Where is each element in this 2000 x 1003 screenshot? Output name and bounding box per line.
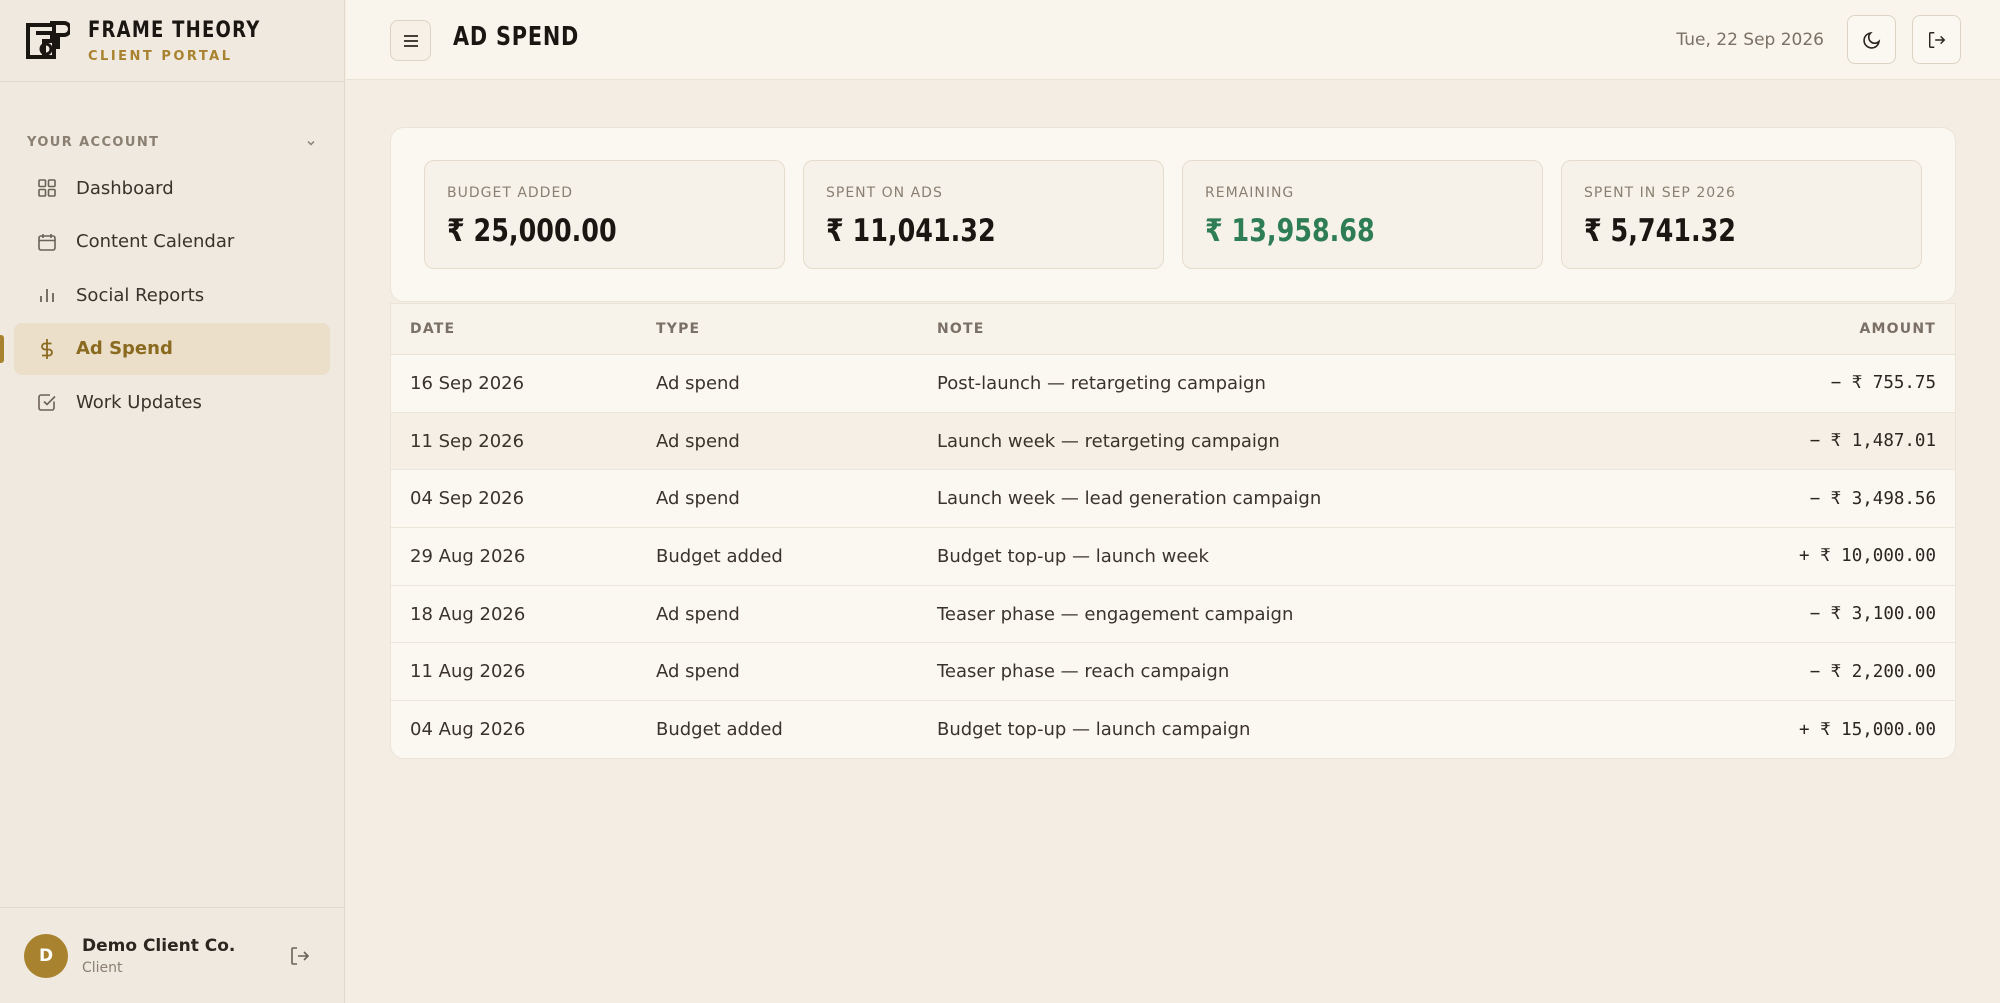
sidebar-item-label: Ad Spend <box>76 338 173 359</box>
table-header: DATE TYPE NOTE AMOUNT <box>391 304 1955 355</box>
cell-amount: − ₹ 3,100.00 <box>1809 604 1936 625</box>
menu-toggle-button[interactable] <box>390 20 431 61</box>
brand[interactable]: FRAME THEORY CLIENT PORTAL <box>0 0 344 82</box>
cell-type: Ad spend <box>656 488 740 510</box>
column-header-type[interactable]: TYPE <box>656 321 937 337</box>
check-square-icon <box>36 391 58 413</box>
column-header-note[interactable]: NOTE <box>937 321 1595 337</box>
table-row[interactable]: 18 Aug 2026 Ad spend Teaser phase — engage… <box>391 586 1955 644</box>
menu-icon <box>403 34 418 47</box>
grid-icon <box>36 177 58 199</box>
stat-value: ₹ 11,041.32 <box>826 213 996 249</box>
brand-name: FRAME THEORY <box>88 17 261 43</box>
stat-value: ₹ 13,958.68 <box>1205 213 1375 249</box>
sidebar-item-ad-spend[interactable]: Ad Spend <box>0 322 330 375</box>
cell-note: Budget top-up — launch campaign <box>937 719 1251 741</box>
sidebar-nav: Dashboard Content Calendar Social Report… <box>0 162 330 430</box>
account-section-toggle[interactable]: YOUR ACCOUNT <box>27 135 317 150</box>
stat-remaining: REMAINING ₹ 13,958.68 <box>1182 160 1543 269</box>
table-row[interactable]: 11 Aug 2026 Ad spend Teaser phase — reach … <box>391 643 1955 702</box>
page-title: AD SPEND <box>453 22 580 52</box>
stat-label: BUDGET ADDED <box>447 185 574 201</box>
user-profile: D Demo Client Co. Client <box>0 907 345 1003</box>
stat-value: ₹ 5,741.32 <box>1584 213 1736 249</box>
sidebar: FRAME THEORY CLIENT PORTAL YOUR ACCOUNT … <box>0 0 345 1003</box>
cell-note: Budget top-up — launch week <box>937 545 1209 567</box>
sidebar-item-social-reports[interactable]: Social Reports <box>14 269 330 321</box>
topbar: AD SPEND Tue, 22 Sep 2026 <box>346 0 2000 80</box>
current-date: Tue, 22 Sep 2026 <box>1676 30 1824 50</box>
moon-icon <box>1862 31 1880 49</box>
cell-note: Post-launch — retargeting campaign <box>937 372 1266 394</box>
stat-value: ₹ 25,000.00 <box>447 213 617 249</box>
dollar-icon <box>36 338 58 360</box>
stat-budget-added: BUDGET ADDED ₹ 25,000.00 <box>424 160 785 269</box>
table-row[interactable]: 29 Aug 2026 Budget added Budget top-up — l… <box>391 528 1955 586</box>
cell-type: Budget added <box>656 719 783 741</box>
active-indicator <box>0 334 4 363</box>
bar-chart-icon <box>36 284 58 306</box>
sidebar-item-label: Social Reports <box>76 284 205 306</box>
stats-panel: BUDGET ADDED ₹ 25,000.00 SPENT ON ADS ₹ … <box>390 127 1956 302</box>
cell-date: 18 Aug 2026 <box>410 603 526 625</box>
logout-button[interactable] <box>1912 15 1961 64</box>
cell-type: Ad spend <box>656 661 740 683</box>
cell-type: Ad spend <box>656 603 740 625</box>
table-row[interactable]: 16 Sep 2026 Ad spend Post-launch — retarge… <box>391 355 1955 413</box>
user-role: Client <box>82 959 123 976</box>
stat-spent-this-month: SPENT IN SEP 2026 ₹ 5,741.32 <box>1561 160 1922 269</box>
cell-date: 16 Sep 2026 <box>410 372 525 394</box>
table-row[interactable]: 04 Sep 2026 Ad spend Launch week — lead ge… <box>391 470 1955 529</box>
cell-note: Launch week — lead generation campaign <box>937 488 1322 510</box>
calendar-icon <box>36 231 58 253</box>
cell-type: Budget added <box>656 545 783 567</box>
cell-note: Teaser phase — reach campaign <box>937 661 1230 683</box>
section-title: YOUR ACCOUNT <box>27 135 160 150</box>
stat-label: SPENT ON ADS <box>826 185 943 201</box>
cell-note: Launch week — retargeting campaign <box>937 430 1280 452</box>
column-header-date[interactable]: DATE <box>391 321 656 337</box>
logout-icon <box>1928 31 1945 48</box>
cell-amount: − ₹ 2,200.00 <box>1809 661 1936 682</box>
frame-theory-logo <box>26 20 70 59</box>
cell-amount: − ₹ 3,498.56 <box>1809 488 1936 509</box>
brand-subtitle: CLIENT PORTAL <box>88 48 233 64</box>
cell-amount: + ₹ 10,000.00 <box>1799 546 1936 567</box>
cell-date: 04 Aug 2026 <box>410 719 526 741</box>
cell-amount: − ₹ 1,487.01 <box>1809 431 1936 452</box>
chevron-down-icon <box>307 140 315 146</box>
cell-type: Ad spend <box>656 372 740 394</box>
transactions-table: DATE TYPE NOTE AMOUNT 16 Sep 2026 Ad spen… <box>390 303 1956 759</box>
sidebar-item-label: Dashboard <box>76 177 174 199</box>
table-row[interactable]: 11 Sep 2026 Ad spend Launch week — retarge… <box>391 412 1955 471</box>
column-header-amount[interactable]: AMOUNT <box>1595 321 1955 337</box>
cell-note: Teaser phase — engagement campaign <box>937 603 1294 625</box>
stat-spent-on-ads: SPENT ON ADS ₹ 11,041.32 <box>803 160 1164 269</box>
sidebar-item-work-updates[interactable]: Work Updates <box>14 376 330 428</box>
cell-amount: − ₹ 755.75 <box>1830 373 1936 394</box>
sidebar-item-content-calendar[interactable]: Content Calendar <box>14 216 330 268</box>
avatar[interactable]: D <box>24 933 68 978</box>
sidebar-item-dashboard[interactable]: Dashboard <box>14 162 330 214</box>
sidebar-item-label: Work Updates <box>76 391 202 413</box>
user-name: Demo Client Co. <box>82 935 236 956</box>
theme-toggle-button[interactable] <box>1847 15 1896 64</box>
cell-date: 11 Aug 2026 <box>410 661 526 683</box>
logout-icon[interactable] <box>289 945 311 967</box>
cell-type: Ad spend <box>656 430 740 452</box>
stat-label: SPENT IN SEP 2026 <box>1584 185 1736 201</box>
cell-date: 11 Sep 2026 <box>410 430 525 452</box>
table-row[interactable]: 04 Aug 2026 Budget added Budget top-up — l… <box>391 701 1955 758</box>
stat-label: REMAINING <box>1205 185 1295 201</box>
table-body: 16 Sep 2026 Ad spend Post-launch — retarge… <box>391 355 1955 758</box>
cell-date: 04 Sep 2026 <box>410 488 525 510</box>
sidebar-item-label: Content Calendar <box>76 231 235 252</box>
cell-amount: + ₹ 15,000.00 <box>1799 719 1936 740</box>
cell-date: 29 Aug 2026 <box>410 545 526 567</box>
